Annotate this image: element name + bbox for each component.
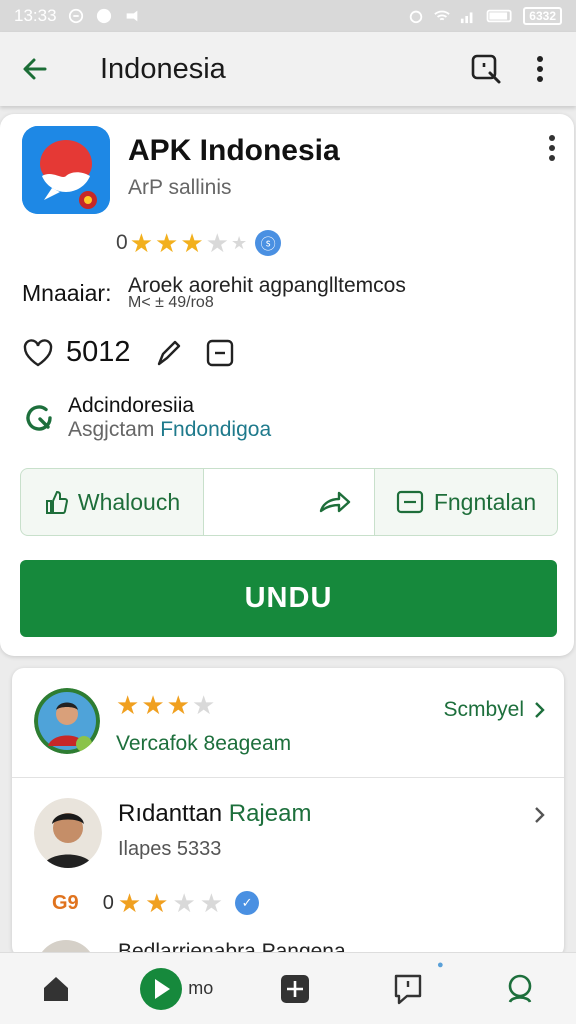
user-avatar-icon xyxy=(34,688,100,754)
star-empty-icon: ★ xyxy=(205,228,229,258)
notification-badge-icon: ● xyxy=(437,958,444,971)
app-name: APK Indonesia xyxy=(128,134,340,167)
rating-prefix: 0 xyxy=(116,231,128,254)
star-empty-icon: ★ xyxy=(230,233,248,253)
signal-icon xyxy=(461,12,473,24)
nav-messages[interactable]: ● xyxy=(378,959,444,1019)
verified-icon: ✓ xyxy=(235,891,260,915)
thumbs-up-icon xyxy=(45,490,68,514)
home-icon xyxy=(44,976,69,1001)
review-subtitle: Vercafok 8eageam xyxy=(116,732,292,755)
status-bar: 13:33 6332 xyxy=(0,0,576,32)
review-badge: G9 xyxy=(52,891,79,914)
meta-label: Mnaaiar: xyxy=(22,280,112,306)
back-button[interactable] xyxy=(0,32,70,106)
download-button[interactable]: UNDU xyxy=(20,560,557,637)
wifi-icon xyxy=(434,10,451,21)
app-logo-icon xyxy=(22,126,110,214)
heart-icon[interactable] xyxy=(22,338,54,368)
app-bar: Indonesia xyxy=(0,32,576,106)
review-item[interactable]: ★ ★ ★ ★ Vercafok 8eageam Scmbyel xyxy=(12,668,564,778)
reviewer-name: Rıdanttan Rajeam xyxy=(118,800,312,827)
reviews-card: ★ ★ ★ ★ Vercafok 8eageam Scmbyel Rıdantt… xyxy=(12,668,564,958)
developer-name: Adcindoresiia xyxy=(68,394,195,417)
battery-label: 6332 xyxy=(523,7,562,25)
see-all-link[interactable]: Scmbyel xyxy=(443,698,546,722)
star-icon: ★ xyxy=(166,690,190,720)
avatar xyxy=(34,688,100,754)
review-subtitle: Ilapes 5333 xyxy=(118,838,222,860)
more-vertical-icon xyxy=(549,135,555,161)
nav-add[interactable] xyxy=(265,959,325,1019)
user-avatar-icon xyxy=(34,798,102,868)
battery-shape-icon xyxy=(486,9,512,23)
star-empty-icon: ★ xyxy=(191,690,216,720)
message-box-icon xyxy=(396,490,423,514)
app-subtitle: ArP sallinis xyxy=(128,176,232,199)
share-button[interactable] xyxy=(204,468,374,536)
review-item[interactable]: Rıdanttan Rajeam Ilapes 5333 G9 0 ★ ★ ★ … xyxy=(12,778,564,958)
app-rating: 0 ★ ★ ★ ★ ★ ⓢ xyxy=(116,228,282,258)
search-icon xyxy=(508,974,532,1003)
fngntalan-button[interactable]: Fngntalan xyxy=(374,468,558,536)
star-icon: ★ xyxy=(117,888,142,918)
app-detail-card: APK Indonesia ArP sallinis 0 ★ ★ ★ ★ ★ ⓢ… xyxy=(0,114,574,656)
star-icon: ★ xyxy=(155,228,179,258)
more-vertical-icon xyxy=(537,56,543,82)
nav-home[interactable] xyxy=(26,959,86,1019)
star-icon: ★ xyxy=(129,228,153,258)
chevron-right-icon xyxy=(535,702,545,718)
meta-value-secondary: M< ± 49/ro8 xyxy=(128,294,214,311)
review-chevron[interactable] xyxy=(534,806,546,829)
likes-row: 5012 xyxy=(22,336,235,369)
developer-row[interactable]: Adcindoresiia Asgjctam Fndondigoa xyxy=(22,394,271,442)
whalouch-label: Whalouch xyxy=(77,488,181,515)
search-icon xyxy=(471,54,501,84)
notification-icon xyxy=(68,8,83,24)
star-icon: ★ xyxy=(141,690,165,720)
share-icon[interactable] xyxy=(153,338,183,368)
star-empty-icon: ★ xyxy=(199,888,224,918)
page-title: Indonesia xyxy=(100,52,226,85)
rating-prefix: 0 xyxy=(102,891,114,914)
status-time: 13:33 xyxy=(14,6,57,25)
star-icon: ★ xyxy=(180,228,204,258)
search-button[interactable] xyxy=(468,51,504,87)
action-button-group: Whalouch Fngntalan xyxy=(20,468,558,536)
app-icon xyxy=(22,126,110,214)
messenger-icon xyxy=(96,8,111,24)
minus-box-icon[interactable] xyxy=(205,338,235,368)
avatar xyxy=(34,798,102,868)
nav-play-label: mo xyxy=(188,978,214,998)
see-all-label: Scmbyel xyxy=(443,698,524,721)
nav-search[interactable] xyxy=(490,959,550,1019)
plus-box-icon xyxy=(281,974,310,1003)
star-icon: ★ xyxy=(145,888,169,918)
card-more-button[interactable] xyxy=(548,134,556,167)
forward-arrow-icon xyxy=(319,491,351,513)
arrow-left-icon xyxy=(23,58,47,80)
alarm-icon xyxy=(410,10,423,24)
refresh-icon xyxy=(26,405,52,431)
chat-icon xyxy=(394,974,421,1004)
overflow-menu-button[interactable] xyxy=(522,51,558,87)
chevron-right-icon xyxy=(535,807,545,823)
developer-category: Asgjctam Fndondigoa xyxy=(68,418,272,441)
star-icon: ★ xyxy=(116,690,140,720)
star-empty-icon: ★ xyxy=(172,888,196,918)
media-icon xyxy=(126,10,137,22)
play-circle-icon xyxy=(140,967,183,1010)
review-stars: ★ ★ ★ ★ xyxy=(116,692,215,718)
info-icon[interactable]: ⓢ xyxy=(255,230,282,256)
nav-play[interactable]: mo xyxy=(138,959,213,1019)
bottom-navigation: mo ● xyxy=(0,952,576,1024)
likes-count: 5012 xyxy=(66,336,131,368)
fngntalan-label: Fngntalan xyxy=(433,488,537,515)
whalouch-button[interactable]: Whalouch xyxy=(20,468,204,536)
review-rating: G9 0 ★ ★ ★ ★ ✓ xyxy=(52,888,260,918)
